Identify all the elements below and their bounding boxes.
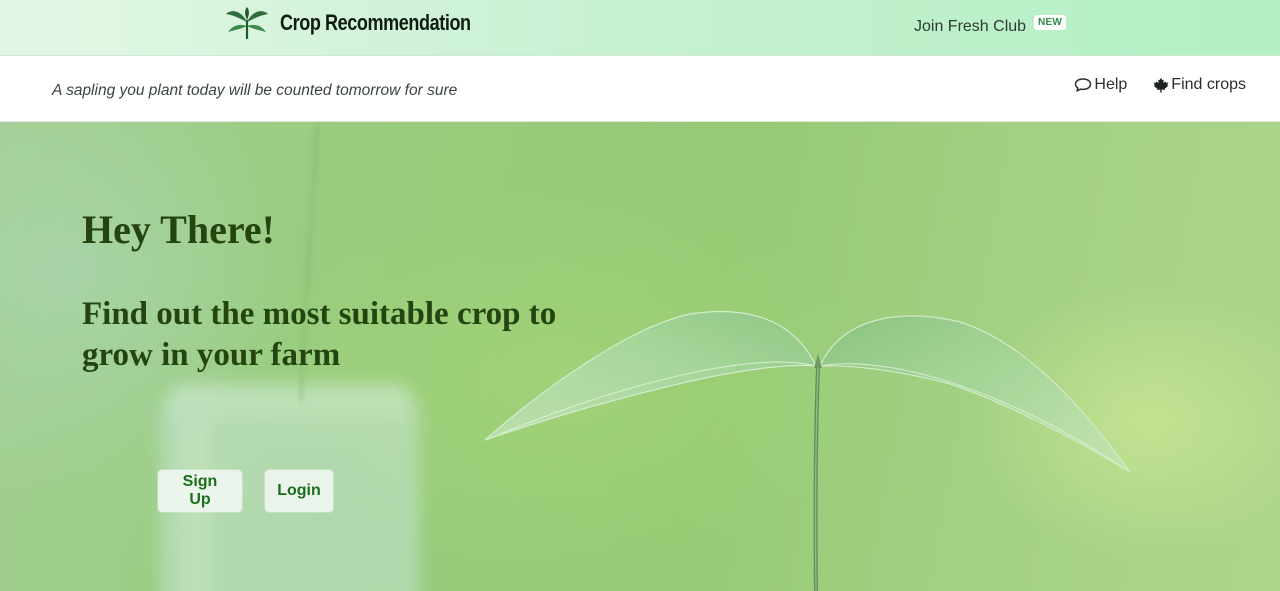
top-banner: Crop Recommendation Join Fresh Club NEW bbox=[0, 0, 1280, 56]
tagline: A sapling you plant today will be counte… bbox=[52, 82, 458, 99]
hero-section: Hey There! Find out the most suitable cr… bbox=[0, 122, 1280, 591]
login-button[interactable]: Login bbox=[265, 470, 333, 512]
new-badge: NEW bbox=[1034, 15, 1066, 30]
nav-help[interactable]: Help bbox=[1074, 76, 1127, 94]
sub-header: A sapling you plant today will be counte… bbox=[0, 56, 1280, 122]
nav-help-label: Help bbox=[1094, 76, 1128, 93]
hero-title: Hey There! bbox=[82, 207, 275, 252]
chat-bubble-icon bbox=[1074, 77, 1092, 93]
maple-leaf-icon bbox=[1153, 77, 1169, 93]
join-fresh-club-label: Join Fresh Club bbox=[914, 18, 1027, 35]
brand[interactable]: Crop Recommendation bbox=[224, 6, 513, 40]
hero-subtitle: Find out the most suitable crop to grow … bbox=[82, 296, 557, 373]
nav-find-crops[interactable]: Find crops bbox=[1153, 76, 1246, 94]
main-nav: Help Find crops bbox=[1074, 76, 1246, 94]
nav-find-crops-label: Find crops bbox=[1171, 76, 1246, 93]
brand-title: Crop Recommendation bbox=[280, 10, 471, 35]
sign-up-button[interactable]: Sign Up bbox=[158, 470, 242, 512]
join-fresh-club-link[interactable]: Join Fresh Club NEW bbox=[914, 15, 1066, 36]
sprout-logo-icon bbox=[226, 7, 268, 39]
